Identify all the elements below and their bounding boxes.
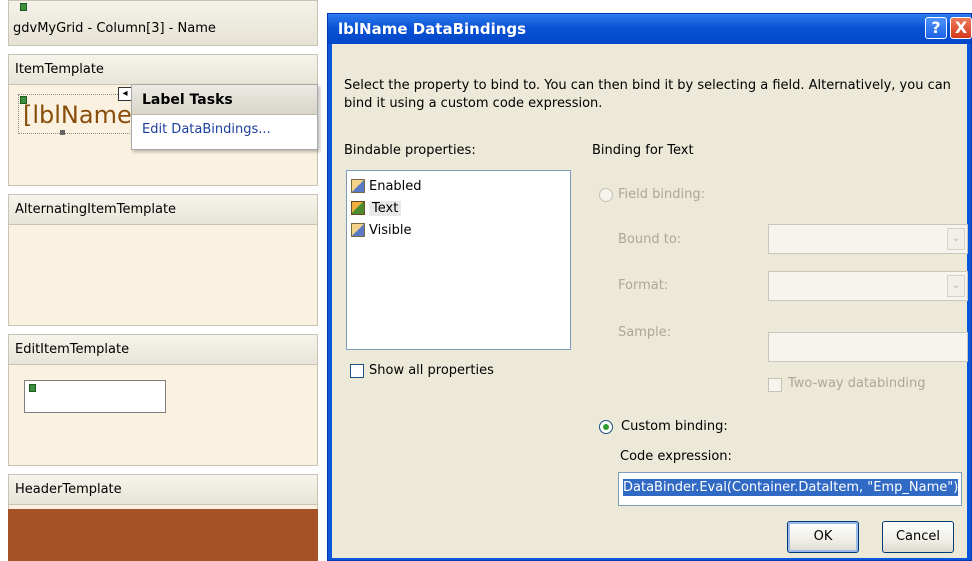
help-button[interactable]: ? <box>925 17 947 39</box>
list-item-enabled[interactable]: Enabled <box>351 175 570 197</box>
databindings-dialog: lblName DataBindings ? X Select the prop… <box>327 13 972 561</box>
show-all-properties-checkbox[interactable] <box>350 364 364 378</box>
list-item-label: Text <box>369 200 402 216</box>
alternating-item-template-header: AlternatingItemTemplate <box>9 195 317 225</box>
dialog-title-bar[interactable]: lblName DataBindings ? X <box>328 14 972 44</box>
chevron-down-icon[interactable]: ⌄ <box>947 228 965 250</box>
close-button[interactable]: X <box>950 17 972 39</box>
resize-handle[interactable] <box>60 130 65 135</box>
sample-field <box>768 332 968 362</box>
format-select[interactable]: ⌄ <box>768 271 968 301</box>
dialog-body: Select the property to bind to. You can … <box>332 44 968 558</box>
edit-template-textbox[interactable] <box>24 380 166 413</box>
show-all-properties-label: Show all properties <box>369 363 494 378</box>
label-tasks-header: Label Tasks <box>132 85 317 115</box>
text-property-icon <box>351 201 365 215</box>
binding-for-label: Binding for Text <box>592 143 694 158</box>
sample-label: Sample: <box>618 325 672 340</box>
list-item-label: Visible <box>369 222 412 238</box>
textbox-smart-tag-icon[interactable] <box>29 384 36 392</box>
template-designer: gdvMyGrid - Column[3] - Name ItemTemplat… <box>0 0 325 561</box>
chevron-left-icon[interactable]: ◂ <box>118 87 132 101</box>
bindable-properties-list[interactable]: Enabled Text Visible <box>346 170 571 350</box>
field-binding-radio[interactable] <box>599 188 613 202</box>
designer-title-bar: gdvMyGrid - Column[3] - Name <box>8 0 318 46</box>
format-label: Format: <box>618 278 669 293</box>
field-binding-label: Field binding: <box>618 187 705 202</box>
bindable-properties-label: Bindable properties: <box>344 143 476 158</box>
property-icon <box>351 179 365 193</box>
ok-button[interactable]: OK <box>787 521 859 553</box>
dialog-title: lblName DataBindings <box>338 20 527 38</box>
label-smart-tag-icon[interactable] <box>20 96 27 104</box>
smart-tag-icon[interactable] <box>20 3 27 11</box>
code-expression-input[interactable]: DataBinder.Eval(Container.DataItem, "Emp… <box>618 472 962 506</box>
list-item-label: Enabled <box>369 178 422 194</box>
radio-selected-dot <box>603 424 609 430</box>
list-item-text[interactable]: Text <box>351 197 570 219</box>
custom-binding-radio[interactable] <box>599 420 613 434</box>
custom-binding-label: Custom binding: <box>621 419 728 434</box>
two-way-databinding-checkbox[interactable] <box>768 378 782 392</box>
two-way-databinding-label: Two-way databinding <box>788 376 926 391</box>
header-template-band <box>8 509 318 561</box>
code-expression-label: Code expression: <box>620 449 732 464</box>
property-icon <box>351 223 365 237</box>
label-tasks-panel: Label Tasks Edit DataBindings... <box>131 84 318 150</box>
cancel-button[interactable]: Cancel <box>882 521 954 553</box>
code-expression-value: DataBinder.Eval(Container.DataItem, "Emp… <box>623 479 959 496</box>
bound-to-label: Bound to: <box>618 232 682 247</box>
list-item-visible[interactable]: Visible <box>351 219 570 241</box>
edit-databindings-link[interactable]: Edit DataBindings... <box>132 115 317 137</box>
bound-to-select[interactable]: ⌄ <box>768 224 968 254</box>
chevron-down-icon[interactable]: ⌄ <box>947 275 965 297</box>
item-template-header: ItemTemplate <box>9 55 317 85</box>
instruction-text: Select the property to bind to. You can … <box>344 78 951 111</box>
edit-item-template-header: EditItemTemplate <box>9 335 317 365</box>
header-template-header: HeaderTemplate <box>9 475 317 505</box>
designer-title: gdvMyGrid - Column[3] - Name <box>13 21 216 36</box>
alternating-item-template-region[interactable]: AlternatingItemTemplate <box>8 194 318 326</box>
